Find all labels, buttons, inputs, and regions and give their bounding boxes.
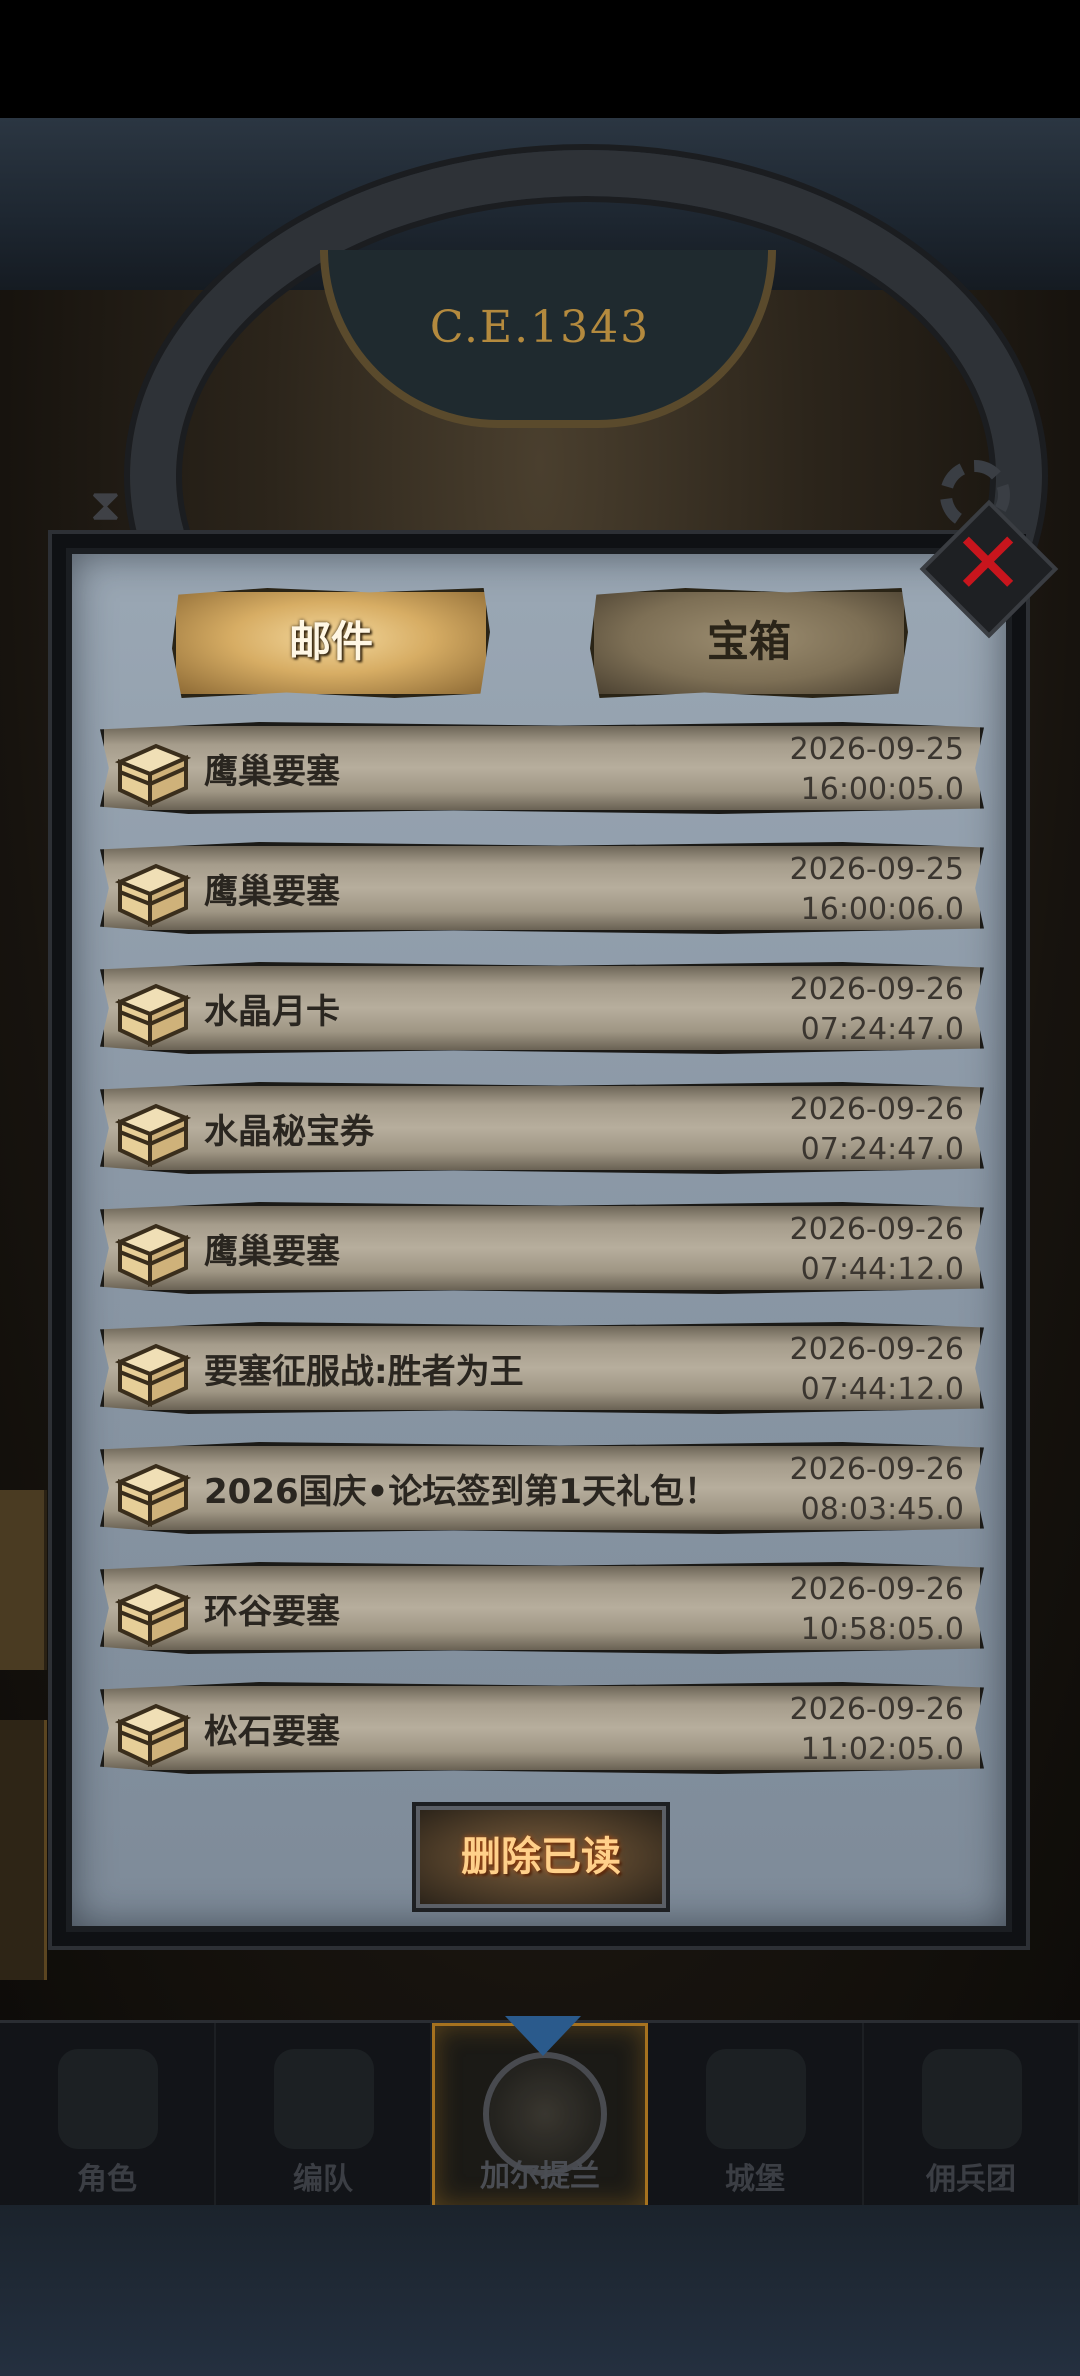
mail-item[interactable]: 松石要塞 2026-09-26 11:02:05.0 (100, 1682, 984, 1774)
mail-title: 鹰巢要塞 (204, 752, 340, 792)
mail-item[interactable]: 水晶秘宝券 2026-09-26 07:24:47.0 (100, 1082, 984, 1174)
nav-label: 城堡 (725, 2162, 785, 2197)
mail-time: 07:44:12.0 (800, 1372, 964, 1407)
hourglass-icon[interactable]: ⧗ (90, 480, 121, 531)
mail-time: 16:00:06.0 (800, 892, 964, 927)
chest-icon (112, 1092, 192, 1172)
status-strip (0, 0, 1080, 118)
mail-date: 2026-09-26 (789, 1212, 964, 1247)
side-widget[interactable] (0, 1490, 47, 1670)
mail-item[interactable]: 2026国庆•论坛签到第1天礼包！ 2026-09-26 08:03:45.0 (100, 1442, 984, 1534)
tab-chest-label: 宝箱 (706, 617, 791, 666)
mail-item[interactable]: 鹰巢要塞 2026-09-26 07:44:12.0 (100, 1202, 984, 1294)
mail-time: 07:44:12.0 (800, 1252, 964, 1287)
nav-emblem-icon (274, 2049, 374, 2149)
mail-date: 2026-09-25 (789, 732, 964, 767)
mail-date: 2026-09-26 (789, 1092, 964, 1127)
nav-emblem-icon (706, 2049, 806, 2149)
mail-title: 水晶秘宝券 (204, 1112, 374, 1152)
chest-icon (112, 1212, 192, 1292)
chest-icon (112, 1572, 192, 1652)
mail-title: 要塞征服战:胜者为王 (204, 1352, 524, 1392)
mail-time: 16:00:05.0 (800, 772, 964, 807)
chest-icon (112, 972, 192, 1052)
close-icon[interactable]: ✕ (948, 521, 1028, 607)
chest-icon (112, 1452, 192, 1532)
side-widget-secondary[interactable] (0, 1720, 47, 1980)
mail-title: 环谷要塞 (204, 1592, 340, 1632)
mail-item[interactable]: 要塞征服战:胜者为王 2026-09-26 07:44:12.0 (100, 1322, 984, 1414)
mail-title: 水晶月卡 (204, 992, 340, 1032)
nav-item-4[interactable]: 城堡 (648, 2023, 864, 2208)
mail-time: 08:03:45.0 (800, 1492, 964, 1527)
mail-item[interactable]: 水晶月卡 2026-09-26 07:24:47.0 (100, 962, 984, 1054)
nav-emblem-icon (58, 2049, 158, 2149)
nav-item-2[interactable]: 编队 (216, 2023, 432, 2208)
game-screen: C.E.1343 ⧗ ✕ 邮件 宝箱 鹰巢要塞 2026-09-25 16:00:0… (0, 0, 1080, 2376)
mail-date: 2026-09-26 (789, 1452, 964, 1487)
chest-icon (112, 1332, 192, 1412)
tab-mail[interactable]: 邮件 (172, 588, 490, 698)
mail-time: 10:58:05.0 (800, 1612, 964, 1647)
chest-icon (112, 732, 192, 812)
mail-date: 2026-09-25 (789, 852, 964, 887)
nav-label: 佣兵团 (926, 2162, 1016, 2197)
tab-mail-label: 邮件 (288, 617, 373, 666)
mail-item[interactable]: 环谷要塞 2026-09-26 10:58:05.0 (100, 1562, 984, 1654)
nav-label: 角色 (77, 2162, 137, 2197)
mail-date: 2026-09-26 (789, 1332, 964, 1367)
mail-title: 2026国庆•论坛签到第1天礼包！ (204, 1472, 719, 1512)
tab-chest[interactable]: 宝箱 (590, 588, 908, 698)
mail-item[interactable]: 鹰巢要塞 2026-09-25 16:00:06.0 (100, 842, 984, 934)
mail-date: 2026-09-26 (789, 1572, 964, 1607)
bottom-nav: 角色 编队 加尔提兰 城堡 佣兵团 (0, 2016, 1080, 2208)
nav-label: 编队 (293, 2162, 353, 2197)
chest-icon (112, 852, 192, 932)
mail-time: 07:24:47.0 (800, 1012, 964, 1047)
nav-item-1[interactable]: 角色 (0, 2023, 216, 2208)
mail-date: 2026-09-26 (789, 1692, 964, 1727)
chevron-down-icon (505, 2016, 581, 2056)
mail-title: 松石要塞 (204, 1712, 340, 1752)
era-label: C.E.1343 (429, 302, 651, 353)
delete-read-label: 删除已读 (461, 1834, 621, 1880)
mail-time: 11:02:05.0 (800, 1732, 964, 1767)
nav-item-5[interactable]: 佣兵团 (864, 2023, 1080, 2208)
mail-item[interactable]: 鹰巢要塞 2026-09-25 16:00:05.0 (100, 722, 984, 814)
nav-emblem-icon (922, 2049, 1022, 2149)
mail-title: 鹰巢要塞 (204, 1232, 340, 1272)
nav-item-3[interactable]: 加尔提兰 (432, 2016, 648, 2208)
chest-icon (112, 1692, 192, 1772)
nav-label: 加尔提兰 (480, 2159, 600, 2194)
footer-panel (0, 2205, 1080, 2376)
mail-title: 鹰巢要塞 (204, 872, 340, 912)
mail-time: 07:24:47.0 (800, 1132, 964, 1167)
mail-date: 2026-09-26 (789, 972, 964, 1007)
delete-read-button[interactable]: 删除已读 (416, 1806, 666, 1908)
